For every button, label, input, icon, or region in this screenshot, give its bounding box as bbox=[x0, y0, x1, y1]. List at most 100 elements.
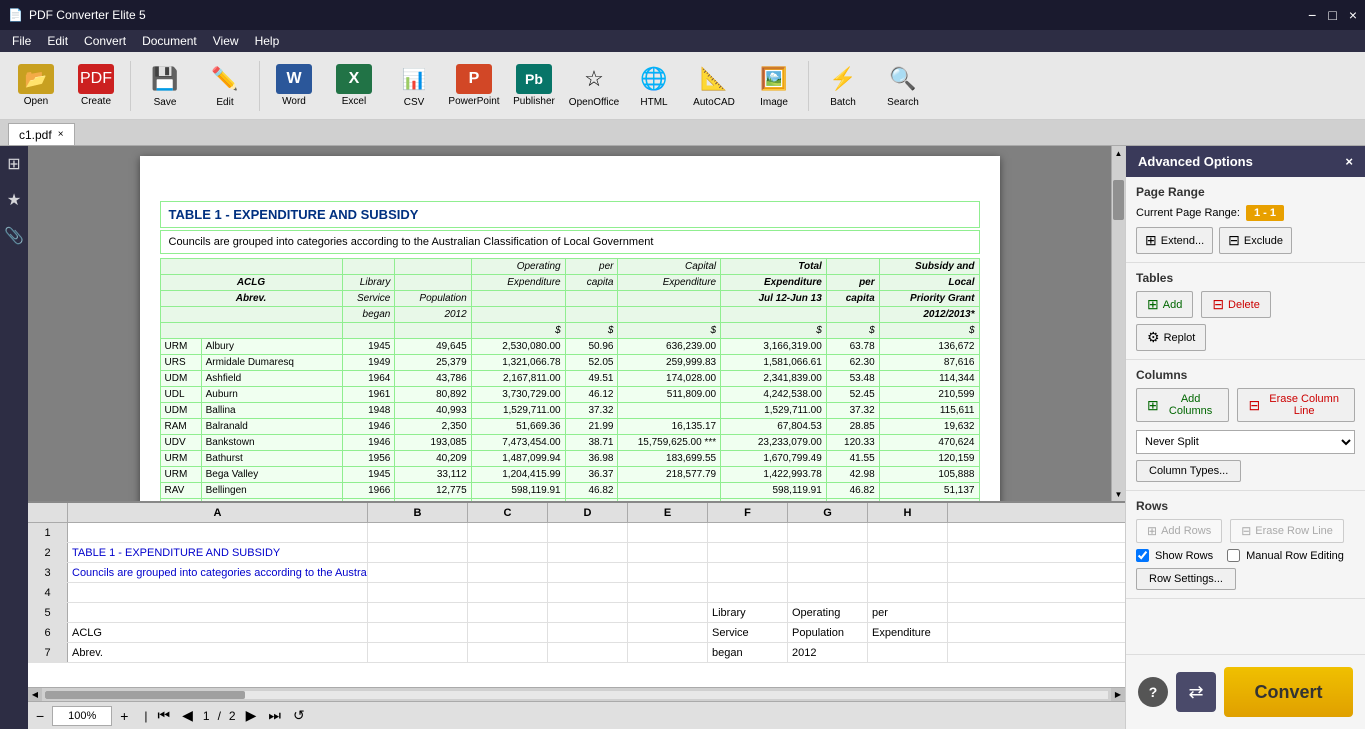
ss-cell-F3[interactable] bbox=[708, 563, 788, 582]
ss-cell-D5[interactable] bbox=[548, 603, 628, 622]
ss-cell-H6[interactable]: Expenditure bbox=[868, 623, 948, 642]
replot-button[interactable]: ⚙ Replot bbox=[1136, 324, 1206, 351]
manual-row-editing-label[interactable]: Manual Row Editing bbox=[1246, 550, 1344, 562]
ss-cell-A7[interactable]: Abrev. bbox=[68, 643, 368, 662]
edit-button[interactable]: ✏️ Edit bbox=[197, 57, 253, 115]
ss-cell-G5[interactable]: Operating bbox=[788, 603, 868, 622]
document-tab[interactable]: c1.pdf × bbox=[8, 123, 75, 145]
autocad-button[interactable]: 📐 AutoCAD bbox=[686, 57, 742, 115]
ss-cell-D6[interactable] bbox=[548, 623, 628, 642]
scroll-left-arrow[interactable]: ◀ bbox=[28, 688, 42, 702]
ss-cell-F2[interactable] bbox=[708, 543, 788, 562]
powerpoint-button[interactable]: P PowerPoint bbox=[446, 57, 502, 115]
maximize-button[interactable]: □ bbox=[1328, 7, 1336, 23]
vertical-scrollbar[interactable]: ▲ ▼ bbox=[1111, 146, 1125, 501]
refresh-button[interactable]: ↺ bbox=[291, 707, 307, 724]
excel-button[interactable]: X Excel bbox=[326, 57, 382, 115]
close-button[interactable]: × bbox=[1349, 7, 1357, 23]
ss-cell-C5[interactable] bbox=[468, 603, 548, 622]
ss-col-B[interactable]: B bbox=[368, 503, 468, 522]
doc-scroll-area[interactable]: TABLE 1 - EXPENDITURE AND SUBSIDY Counci… bbox=[28, 146, 1111, 501]
nav-next-button[interactable]: ▶ bbox=[244, 707, 259, 724]
sidebar-clip-icon[interactable]: 📎 bbox=[4, 226, 24, 246]
image-button[interactable]: 🖼️ Image bbox=[746, 57, 802, 115]
create-button[interactable]: PDF Create bbox=[68, 57, 124, 115]
menu-convert[interactable]: Convert bbox=[76, 32, 134, 50]
ss-cell-B4[interactable] bbox=[368, 583, 468, 602]
row-settings-button[interactable]: Row Settings... bbox=[1136, 568, 1236, 590]
ss-cell-H5[interactable]: per bbox=[868, 603, 948, 622]
ss-cell-D1[interactable] bbox=[548, 523, 628, 542]
ss-cell-C2[interactable] bbox=[468, 543, 548, 562]
zoom-decrease-button[interactable]: − bbox=[36, 708, 44, 724]
tab-close-button[interactable]: × bbox=[58, 129, 64, 140]
nav-prev-button[interactable]: ◀ bbox=[180, 707, 195, 724]
ss-cell-D3[interactable] bbox=[548, 563, 628, 582]
zoom-increase-button[interactable]: + bbox=[120, 708, 128, 724]
ss-cell-B2[interactable] bbox=[368, 543, 468, 562]
delete-table-button[interactable]: ⊟ Delete bbox=[1201, 291, 1271, 318]
ss-cell-H4[interactable] bbox=[868, 583, 948, 602]
ss-cell-D7[interactable] bbox=[548, 643, 628, 662]
scroll-thumb[interactable] bbox=[1113, 180, 1124, 220]
menu-edit[interactable]: Edit bbox=[39, 32, 76, 50]
scroll-track[interactable] bbox=[1112, 160, 1125, 487]
manual-row-editing-checkbox[interactable] bbox=[1227, 549, 1240, 562]
ss-cell-A4[interactable] bbox=[68, 583, 368, 602]
column-types-button[interactable]: Column Types... bbox=[1136, 460, 1241, 482]
show-rows-label[interactable]: Show Rows bbox=[1155, 550, 1213, 562]
ss-cell-E4[interactable] bbox=[628, 583, 708, 602]
add-columns-button[interactable]: ⊞ Add Columns bbox=[1136, 388, 1229, 422]
sidebar-grid-icon[interactable]: ⊞ bbox=[7, 154, 20, 174]
minimize-button[interactable]: − bbox=[1308, 7, 1316, 23]
ss-col-H[interactable]: H bbox=[868, 503, 948, 522]
ss-cell-G6[interactable]: Population bbox=[788, 623, 868, 642]
hscroll-thumb[interactable] bbox=[45, 691, 245, 699]
exclude-button[interactable]: ⊟ Exclude bbox=[1219, 227, 1292, 254]
ss-cell-G1[interactable] bbox=[788, 523, 868, 542]
ss-cell-F6[interactable]: Service bbox=[708, 623, 788, 642]
ss-cell-D4[interactable] bbox=[548, 583, 628, 602]
ss-cell-C7[interactable] bbox=[468, 643, 548, 662]
ss-cell-F7[interactable]: began bbox=[708, 643, 788, 662]
menu-help[interactable]: Help bbox=[247, 32, 288, 50]
ss-col-A[interactable]: A bbox=[68, 503, 368, 522]
ss-col-C[interactable]: C bbox=[468, 503, 548, 522]
ss-cell-F5[interactable]: Library bbox=[708, 603, 788, 622]
nav-first-button[interactable]: ⏮ bbox=[156, 707, 173, 724]
scroll-right-arrow[interactable]: ▶ bbox=[1111, 688, 1125, 702]
ss-cell-H1[interactable] bbox=[868, 523, 948, 542]
ss-cell-A5[interactable] bbox=[68, 603, 368, 622]
ss-cell-F1[interactable] bbox=[708, 523, 788, 542]
ss-cell-C6[interactable] bbox=[468, 623, 548, 642]
html-button[interactable]: 🌐 HTML bbox=[626, 57, 682, 115]
ss-cell-H3[interactable] bbox=[868, 563, 948, 582]
convert-button[interactable]: Convert bbox=[1224, 667, 1353, 717]
menu-document[interactable]: Document bbox=[134, 32, 205, 50]
show-rows-checkbox[interactable] bbox=[1136, 549, 1149, 562]
save-button[interactable]: 💾 Save bbox=[137, 57, 193, 115]
zoom-input[interactable] bbox=[52, 706, 112, 726]
word-button[interactable]: W Word bbox=[266, 57, 322, 115]
ss-cell-E5[interactable] bbox=[628, 603, 708, 622]
ss-cell-F4[interactable] bbox=[708, 583, 788, 602]
ss-cell-H2[interactable] bbox=[868, 543, 948, 562]
menu-file[interactable]: File bbox=[4, 32, 39, 50]
ss-cell-A2[interactable]: TABLE 1 - EXPENDITURE AND SUBSIDY bbox=[68, 543, 368, 562]
ss-cell-E1[interactable] bbox=[628, 523, 708, 542]
ss-cell-E3[interactable] bbox=[628, 563, 708, 582]
batch-button[interactable]: ⚡ Batch bbox=[815, 57, 871, 115]
scroll-down-arrow[interactable]: ▼ bbox=[1112, 487, 1125, 501]
ss-cell-B5[interactable] bbox=[368, 603, 468, 622]
ss-cell-C1[interactable] bbox=[468, 523, 548, 542]
ss-cell-B7[interactable] bbox=[368, 643, 468, 662]
ss-cell-E7[interactable] bbox=[628, 643, 708, 662]
convert-icon-btn[interactable]: ⇄ bbox=[1176, 672, 1216, 712]
extend-button[interactable]: ⊞ Extend... bbox=[1136, 227, 1213, 254]
sidebar-star-icon[interactable]: ★ bbox=[7, 190, 21, 210]
publisher-button[interactable]: Pb Publisher bbox=[506, 57, 562, 115]
ss-cell-B3[interactable] bbox=[368, 563, 468, 582]
erase-column-line-button[interactable]: ⊟ Erase Column Line bbox=[1237, 388, 1355, 422]
ss-cell-B6[interactable] bbox=[368, 623, 468, 642]
ss-cell-G3[interactable] bbox=[788, 563, 868, 582]
